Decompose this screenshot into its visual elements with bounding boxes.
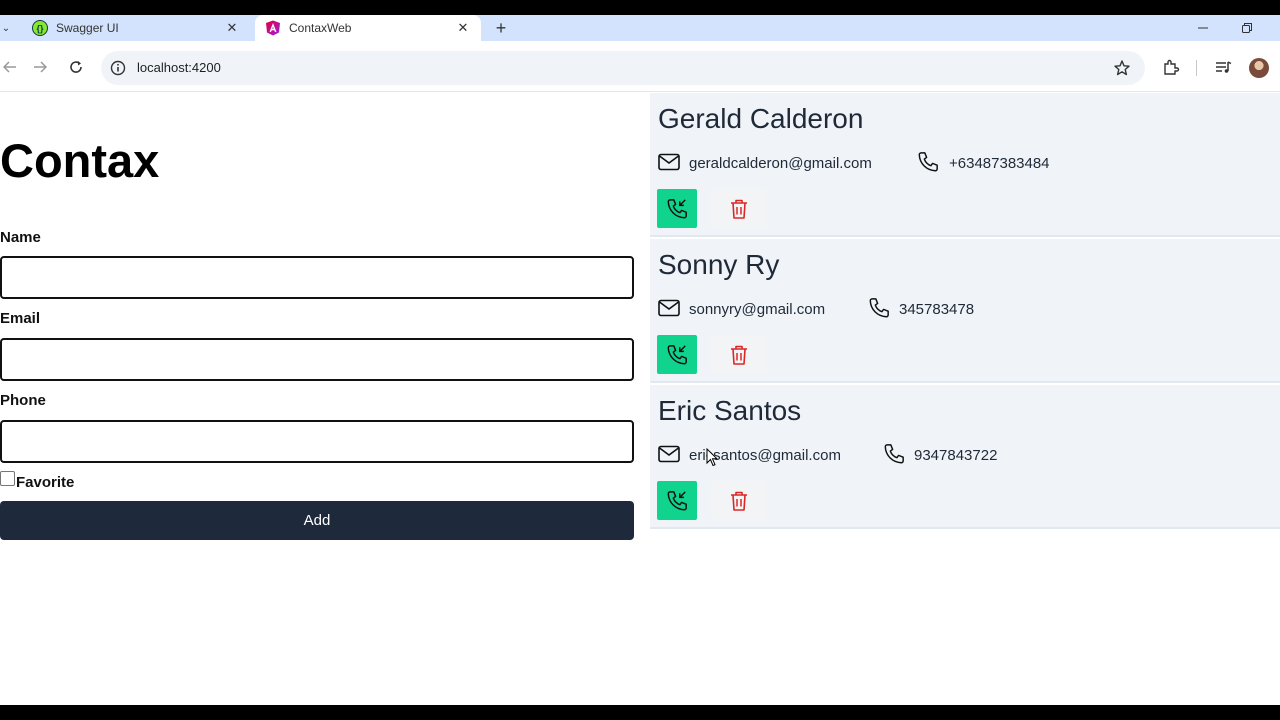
call-button[interactable] <box>657 335 697 374</box>
call-button[interactable] <box>657 481 697 520</box>
tab-title: Swagger UI <box>56 21 119 35</box>
name-field[interactable] <box>0 256 634 299</box>
contact-email: sonnyry@gmail.com <box>689 301 826 318</box>
new-tab-plus-icon[interactable]: + <box>492 19 510 37</box>
app-title: Contax <box>0 134 160 187</box>
trash-icon <box>731 491 747 511</box>
contact-name: Gerald Calderon <box>658 103 864 134</box>
favorite-label: Favorite <box>16 474 75 491</box>
swagger-icon: {} <box>32 20 48 36</box>
phone-icon <box>918 152 938 172</box>
minimize-icon[interactable] <box>1194 19 1212 37</box>
contact-card: Eric Santos ericsantos@gmail.com 9347843… <box>650 385 1280 529</box>
contact-phone: 9347843722 <box>914 447 998 464</box>
profile-avatar[interactable] <box>1249 58 1269 78</box>
phone-icon <box>884 444 904 464</box>
delete-button[interactable] <box>711 189 767 228</box>
contact-card: Sonny Ry sonnyry@gmail.com 345783478 <box>650 239 1280 383</box>
contact-form: Contax Name Email Phone Favorite Add <box>0 93 650 705</box>
call-button[interactable] <box>657 189 697 228</box>
address-bar[interactable]: localhost:4200 <box>101 51 1145 85</box>
contact-email: geraldcalderon@gmail.com <box>689 155 872 172</box>
mail-icon <box>658 299 680 317</box>
mail-icon <box>658 153 680 171</box>
svg-text:{}: {} <box>36 24 44 34</box>
favorite-checkbox[interactable] <box>0 471 15 486</box>
mail-icon <box>658 445 680 463</box>
extensions-icon[interactable] <box>1161 57 1181 77</box>
tab-strip: ⌄ {} Swagger UI ✕ ContaxWeb ✕ + <box>0 15 1280 41</box>
contact-card: Gerald Calderon geraldcalderon@gmail.com… <box>650 93 1280 237</box>
phone-icon <box>869 298 889 318</box>
page-viewport: Contax Name Email Phone Favorite Add Ger… <box>0 93 1280 705</box>
browser-window: ⌄ {} Swagger UI ✕ ContaxWeb ✕ + localhos… <box>0 15 1280 705</box>
close-icon[interactable]: ✕ <box>224 20 240 36</box>
address-url: localhost:4200 <box>137 60 221 75</box>
phone-incoming-icon <box>667 344 687 364</box>
phone-incoming-icon <box>667 490 687 510</box>
tab-swagger-ui[interactable]: {} Swagger UI ✕ <box>22 15 250 41</box>
contact-phone: +63487383484 <box>949 155 1050 172</box>
delete-button[interactable] <box>711 481 767 520</box>
forward-icon[interactable] <box>30 57 50 77</box>
phone-label: Phone <box>0 392 46 409</box>
tab-title: ContaxWeb <box>289 21 352 35</box>
close-icon[interactable]: ✕ <box>455 20 471 36</box>
add-button[interactable]: Add <box>0 501 634 540</box>
tab-contaxweb[interactable]: ContaxWeb ✕ <box>255 15 481 41</box>
media-control-icon[interactable] <box>1213 57 1233 77</box>
back-icon[interactable] <box>0 57 20 77</box>
contact-name: Sonny Ry <box>658 249 780 280</box>
bookmark-star-icon[interactable] <box>1113 59 1131 77</box>
site-info-icon[interactable] <box>110 60 126 76</box>
mouse-cursor-icon <box>706 448 718 467</box>
name-label: Name <box>0 229 41 246</box>
toolbar-divider <box>1196 60 1197 76</box>
restore-icon[interactable] <box>1238 19 1256 37</box>
angular-icon <box>266 20 280 36</box>
email-label: Email <box>0 310 41 327</box>
trash-icon <box>731 199 747 219</box>
contact-name: Eric Santos <box>658 395 802 426</box>
browser-toolbar: localhost:4200 <box>0 41 1280 92</box>
email-field[interactable] <box>0 338 634 381</box>
reload-icon[interactable] <box>66 57 86 77</box>
contact-phone: 345783478 <box>899 301 975 318</box>
tab-search-chevron-icon[interactable]: ⌄ <box>0 19 12 37</box>
delete-button[interactable] <box>711 335 767 374</box>
trash-icon <box>731 345 747 365</box>
phone-incoming-icon <box>667 198 687 218</box>
contact-list: Gerald Calderon geraldcalderon@gmail.com… <box>650 93 1280 529</box>
phone-field[interactable] <box>0 420 634 463</box>
